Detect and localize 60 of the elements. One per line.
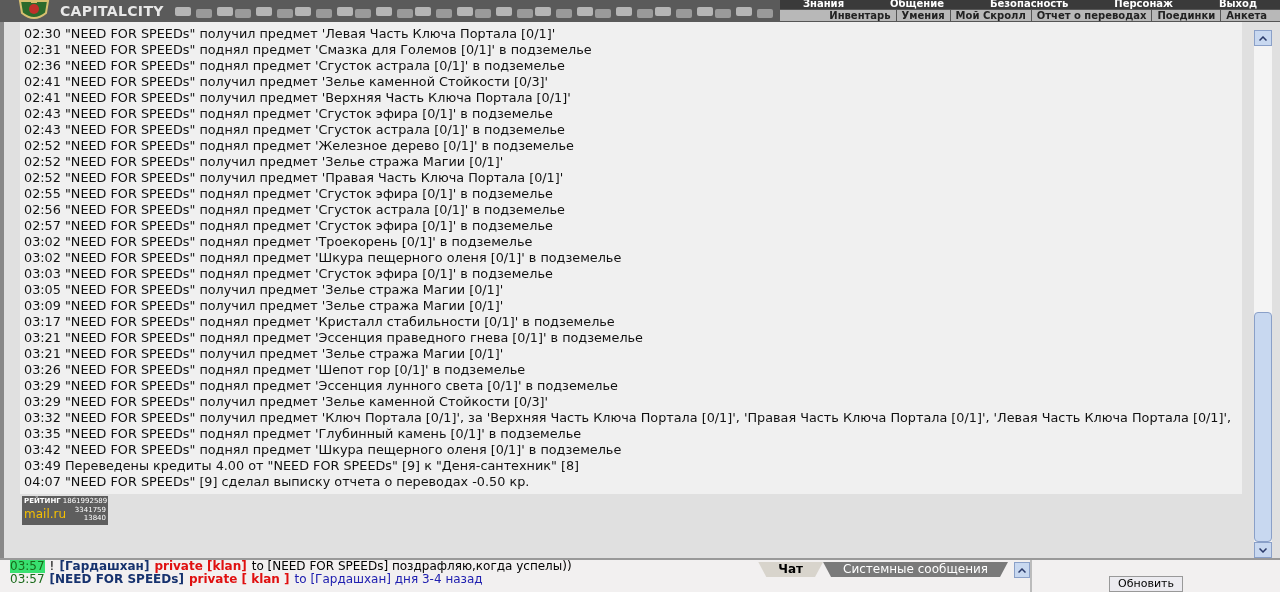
counter-logo: mail.ru	[24, 506, 67, 522]
chat-text: private [ klan ]	[188, 573, 290, 586]
chat-text: !	[49, 560, 55, 573]
log-entry: 03:49 Переведены кредиты 4.00 от "NEED FOR SPEEDs" [9] к "Деня-сантехник" [8]	[24, 458, 581, 474]
log-entry: 03:02 "NEED FOR SPEEDs" поднял предмет 'Шкура пещерного оленя [0/1]' в подземелье	[24, 250, 623, 266]
log-entry: 02:36 "NEED FOR SPEEDs" поднял предмет 'Сгусток астрала [0/1]' в подземелье	[24, 58, 566, 74]
menu-link[interactable]: Знания	[802, 0, 845, 9]
log-entry: 02:52 "NEED FOR SPEEDs" поднял предмет 'Железное дерево [0/1]' в подземелье	[24, 138, 575, 154]
chevron-up-icon	[1018, 567, 1026, 573]
log-entry: 03:17 "NEED FOR SPEEDs" поднял предмет 'Кристалл стабильности [0/1]' в подземелье	[24, 314, 616, 330]
log-entry: 03:05 "NEED FOR SPEEDs" получил предмет 'Зелье стража Магии [0/1]'	[24, 282, 505, 298]
submenu-link[interactable]: Отчет о переводах	[1030, 10, 1152, 21]
chat-tab[interactable]: Системные сообщения	[823, 562, 1008, 577]
log-entry: 02:43 "NEED FOR SPEEDs" поднял предмет 'Сгусток эфира [0/1]' в подземелье	[24, 106, 554, 122]
chat-text: to [NEED FOR SPEEDs] поздрафляю,когда успелы))	[251, 560, 572, 573]
log-entry: 03:32 "NEED FOR SPEEDs" получил предмет 'Ключ Портала [0/1]', за 'Верхняя Часть Ключа Портала [0/1]', 'Правая Часть Ключа Портала [0/1]', 'Левая Часть Ключа Портала [0/1]',	[24, 410, 1233, 426]
submenu-link[interactable]: Анкета	[1220, 10, 1272, 21]
log-entry: 03:26 "NEED FOR SPEEDs" поднял предмет 'Шепот гор [0/1]' в подземелье	[24, 362, 527, 378]
log-entry: 03:21 "NEED FOR SPEEDs" поднял предмет 'Эссенция праведного гнева [0/1]' в подземелье	[24, 330, 644, 346]
chat-text: [Гардашхан]	[59, 560, 150, 573]
submenu-link[interactable]: Инвентарь	[824, 10, 896, 21]
log-entry: 02:41 "NEED FOR SPEEDs" получил предмет 'Верхняя Часть Ключа Портала [0/1]'	[24, 90, 572, 106]
log-entry: 03:29 "NEED FOR SPEEDs" получил предмет 'Зелье каменной Стойкости [0/3]'	[24, 394, 550, 410]
scroll-thumb[interactable]	[1254, 312, 1272, 542]
chevron-up-icon	[1259, 35, 1267, 41]
log-entry: 03:02 "NEED FOR SPEEDs" поднял предмет 'Троекорень [0/1]' в подземелье	[24, 234, 534, 250]
log-entry: 02:31 "NEED FOR SPEEDs" поднял предмет 'Смазка для Големов [0/1]' в подземелье	[24, 42, 593, 58]
chat-text: private [klan]	[154, 560, 247, 573]
menu-link[interactable]: Персонаж	[1114, 0, 1174, 9]
log-entry: 03:09 "NEED FOR SPEEDs" получил предмет 'Зелье стража Магии [0/1]'	[24, 298, 505, 314]
submenu-link[interactable]: Умения	[895, 10, 950, 21]
log-entry: 02:43 "NEED FOR SPEEDs" поднял предмет 'Сгусток астрала [0/1]' в подземелье	[24, 122, 566, 138]
log-entry: 03:35 "NEED FOR SPEEDs" поднял предмет 'Глубинный камень [0/1]' в подземелье	[24, 426, 583, 442]
scroll-up-button[interactable]	[1254, 30, 1272, 46]
log-entry: 02:56 "NEED FOR SPEEDs" поднял предмет 'Сгусток астрала [0/1]' в подземелье	[24, 202, 566, 218]
menu-link[interactable]: Выход	[1218, 0, 1257, 9]
log-entry: 02:57 "NEED FOR SPEEDs" поднял предмет 'Сгусток эфира [0/1]' в подземелье	[24, 218, 554, 234]
log-entry: 02:41 "NEED FOR SPEEDs" получил предмет 'Зелье каменной Стойкости [0/3]'	[24, 74, 550, 90]
log-entry: 03:03 "NEED FOR SPEEDs" поднял предмет 'Сгусток эфира [0/1]' в подземелье	[24, 266, 554, 282]
scroll-down-button[interactable]	[1254, 542, 1272, 558]
chevron-down-icon	[1259, 547, 1267, 553]
scrollbar[interactable]	[1254, 30, 1272, 558]
log-entry: 03:42 "NEED FOR SPEEDs" поднял предмет 'Шкура пещерного оленя [0/1]' в подземелье	[24, 442, 623, 458]
log-entry: 03:21 "NEED FOR SPEEDs" получил предмет 'Зелье стража Магии [0/1]'	[24, 346, 505, 362]
chat-text: to [Гардашхан] дня 3-4 назад	[294, 573, 483, 586]
log-entry: 02:52 "NEED FOR SPEEDs" получил предмет 'Зелье стража Магии [0/1]'	[24, 154, 505, 170]
submenu-link[interactable]: Поединки	[1151, 10, 1221, 21]
log-entry: 02:30 "NEED FOR SPEEDs" получил предмет 'Левая Часть Ключа Портала [0/1]'	[24, 26, 557, 42]
chat-time: 03:57	[10, 560, 45, 573]
chat-tab[interactable]: Чат	[758, 562, 824, 577]
chat-scroll-up-button[interactable]	[1014, 562, 1030, 578]
refresh-button[interactable]: Обновить	[1109, 576, 1183, 592]
log-entry: 02:55 "NEED FOR SPEEDs" поднял предмет 'Сгусток эфира [0/1]' в подземелье	[24, 186, 554, 202]
log-entry: 04:07 "NEED FOR SPEEDs" [9] сделал выписку отчета о переводах -0.50 кр.	[24, 474, 531, 490]
chat-text: [NEED FOR SPEEDs]	[49, 573, 184, 586]
chat-time: 03:57	[10, 573, 45, 586]
submenu-link[interactable]: Мой Скролл	[949, 10, 1031, 21]
log-entry: 03:29 "NEED FOR SPEEDs" поднял предмет 'Эссенция лунного света [0/1]' в подземелье	[24, 378, 619, 394]
menu-link[interactable]: Безопасность	[989, 0, 1069, 9]
log-entry: 02:52 "NEED FOR SPEEDs" получил предмет 'Правая Часть Ключа Портала [0/1]'	[24, 170, 565, 186]
